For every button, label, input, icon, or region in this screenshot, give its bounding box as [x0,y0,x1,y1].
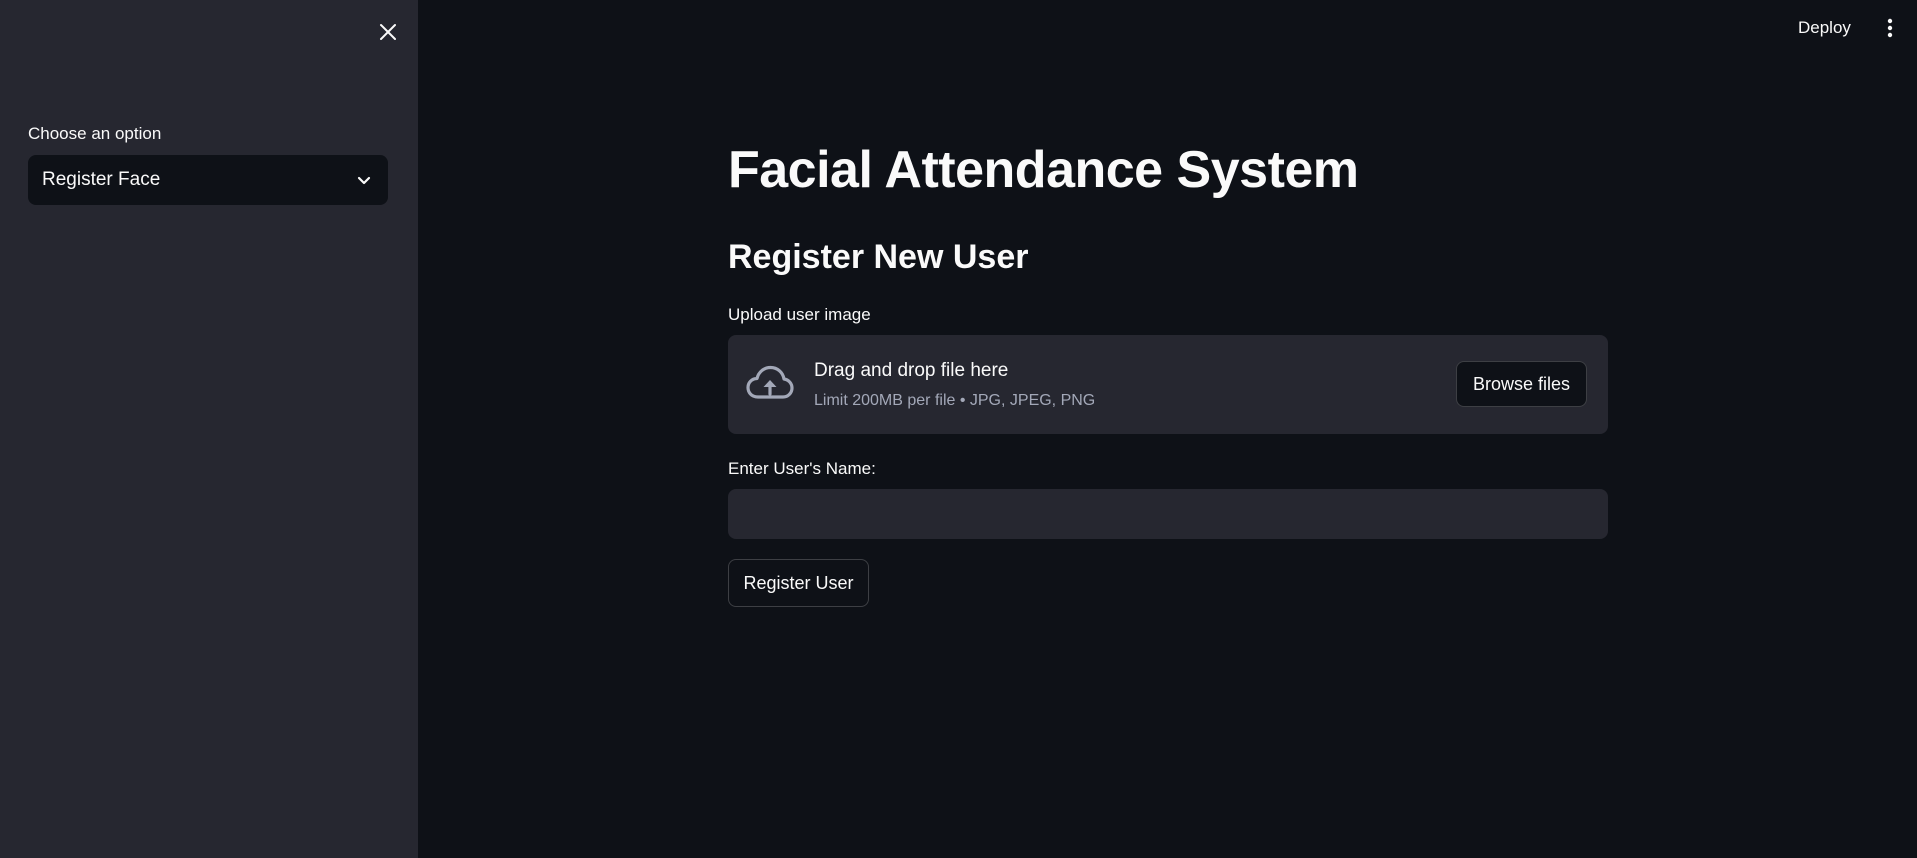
close-icon [380,24,396,40]
select-label: Choose an option [28,124,162,143]
chevron-down-icon [354,170,374,190]
sidebar: Choose an option Register Face [0,0,418,858]
cloud-upload-icon [746,365,794,399]
page-title: Facial Attendance System [728,141,1359,199]
deploy-button[interactable]: Deploy [1790,14,1859,42]
user-name-label: Enter User's Name: [728,459,876,478]
app-root: Choose an option Register Face Deploy Fa… [0,0,1917,858]
main-menu-button[interactable] [1876,14,1904,42]
dropzone-title: Drag and drop file here [814,360,1009,381]
option-select[interactable]: Register Face [28,155,388,205]
select-value: Register Face [42,169,161,190]
close-sidebar-button[interactable] [372,16,404,48]
section-title: Register New User [728,238,1029,276]
kebab-menu-icon [1887,18,1893,38]
user-name-input[interactable] [728,489,1608,539]
file-dropzone[interactable]: Drag and drop file here Limit 200MB per … [728,335,1608,434]
dropzone-limit-text: Limit 200MB per file • JPG, JPEG, PNG [814,392,1096,409]
upload-label: Upload user image [728,305,871,324]
register-user-button[interactable]: Register User [728,559,869,607]
browse-files-button[interactable]: Browse files [1456,361,1587,407]
